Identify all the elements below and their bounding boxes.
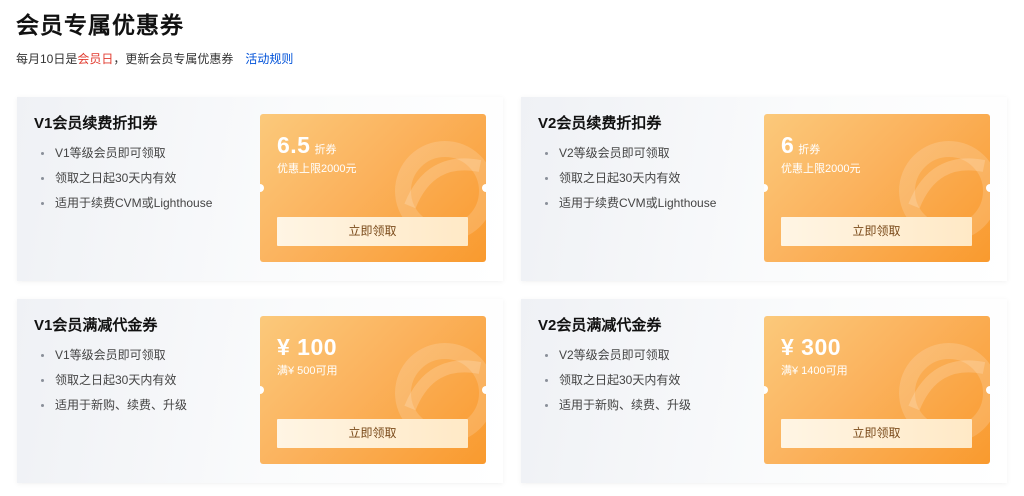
- feature-item: V2等级会员即可领取: [545, 145, 716, 161]
- coupon-limit: 满¥ 500可用: [277, 365, 338, 377]
- claim-button[interactable]: 立即领取: [781, 217, 972, 246]
- feature-item: 领取之日起30天内有效: [545, 372, 691, 388]
- ticket-notch-right: [482, 184, 486, 192]
- ticket-notch-right: [482, 386, 486, 394]
- feature-text: V2等级会员即可领取: [559, 146, 670, 160]
- feature-item: V1等级会员即可领取: [41, 347, 187, 363]
- card-title: V1会员续费折扣券: [34, 115, 158, 132]
- card-title: V2会员续费折扣券: [538, 115, 662, 132]
- bullet-dot-icon: [545, 404, 548, 407]
- feature-text: V2等级会员即可领取: [559, 348, 670, 362]
- bullet-dot-icon: [545, 177, 548, 180]
- ticket-notch-left: [764, 184, 768, 192]
- feature-list: V1等级会员即可领取 领取之日起30天内有效 适用于续费CVM或Lighthou…: [41, 145, 212, 220]
- ticket-notch-left: [260, 184, 264, 192]
- page-title: 会员专属优惠券: [16, 12, 184, 38]
- coupon-card-v2-discount: V2会员续费折扣券 V2等级会员即可领取 领取之日起30天内有效 适用于续费CV…: [521, 97, 1007, 281]
- bullet-dot-icon: [41, 404, 44, 407]
- feature-item: 适用于续费CVM或Lighthouse: [41, 195, 212, 211]
- notice-suffix: ，更新会员专属优惠券: [113, 52, 234, 66]
- card-title: V1会员满减代金券: [34, 317, 158, 334]
- bullet-dot-icon: [41, 354, 44, 357]
- bullet-dot-icon: [545, 379, 548, 382]
- ticket-notch-left: [764, 386, 768, 394]
- bullet-dot-icon: [41, 177, 44, 180]
- feature-text: 领取之日起30天内有效: [559, 373, 681, 387]
- bullet-dot-icon: [41, 152, 44, 155]
- coupon-ticket: ¥ 300 满¥ 1400可用 立即领取: [764, 316, 990, 464]
- coupon-unit: 折券: [314, 144, 337, 156]
- coupon-value: 6.5 折券: [277, 131, 336, 164]
- feature-text: V1等级会员即可领取: [55, 146, 166, 160]
- bullet-dot-icon: [545, 202, 548, 205]
- coupon-amount: 6: [781, 132, 795, 158]
- coupon-limit: 满¥ 1400可用: [781, 365, 848, 377]
- feature-text: 适用于续费CVM或Lighthouse: [559, 196, 717, 210]
- ticket-notch-left: [260, 386, 264, 394]
- activity-rules-link[interactable]: 活动规则: [245, 52, 293, 66]
- feature-text: 领取之日起30天内有效: [55, 373, 177, 387]
- coupon-amount: ¥ 300: [781, 334, 842, 360]
- bullet-dot-icon: [545, 354, 548, 357]
- feature-list: V1等级会员即可领取 领取之日起30天内有效 适用于新购、续费、升级: [41, 347, 187, 422]
- page: 会员专属优惠券 每月10日是会员日，更新会员专属优惠券 活动规则 V1会员续费折扣…: [0, 0, 1024, 496]
- coupon-card-v2-voucher: V2会员满减代金券 V2等级会员即可领取 领取之日起30天内有效 适用于新购、续…: [521, 299, 1007, 483]
- feature-text: 适用于新购、续费、升级: [55, 398, 188, 412]
- feature-list: V2等级会员即可领取 领取之日起30天内有效 适用于新购、续费、升级: [545, 347, 691, 422]
- coupon-amount: 6.5: [277, 132, 311, 158]
- notice-prefix: 每月10日是: [16, 52, 78, 66]
- member-day-highlight: 会员日: [77, 52, 114, 66]
- claim-button[interactable]: 立即领取: [781, 419, 972, 448]
- feature-item: 领取之日起30天内有效: [41, 372, 187, 388]
- ticket-notch-right: [986, 386, 990, 394]
- claim-button[interactable]: 立即领取: [277, 217, 468, 246]
- coupon-value: 6 折券: [781, 131, 820, 164]
- card-title: V2会员满减代金券: [538, 317, 662, 334]
- coupon-amount: ¥ 100: [277, 334, 338, 360]
- feature-text: V1等级会员即可领取: [55, 348, 166, 362]
- coupon-ticket: ¥ 100 满¥ 500可用 立即领取: [260, 316, 486, 464]
- coupon-ticket: 6.5 折券 优惠上限2000元 立即领取: [260, 114, 486, 262]
- coupon-value: ¥ 300: [781, 333, 845, 366]
- coupon-card-v1-discount: V1会员续费折扣券 V1等级会员即可领取 领取之日起30天内有效 适用于续费CV…: [17, 97, 503, 281]
- coupon-value: ¥ 100: [277, 333, 341, 366]
- claim-button[interactable]: 立即领取: [277, 419, 468, 448]
- feature-text: 领取之日起30天内有效: [559, 171, 681, 185]
- bullet-dot-icon: [41, 379, 44, 382]
- bullet-dot-icon: [545, 152, 548, 155]
- feature-item: V2等级会员即可领取: [545, 347, 691, 363]
- feature-item: 适用于续费CVM或Lighthouse: [545, 195, 716, 211]
- feature-text: 领取之日起30天内有效: [55, 171, 177, 185]
- coupon-limit: 优惠上限2000元: [781, 163, 861, 175]
- feature-text: 适用于续费CVM或Lighthouse: [55, 196, 213, 210]
- ticket-notch-right: [986, 184, 990, 192]
- member-day-notice: 每月10日是会员日，更新会员专属优惠券 活动规则: [16, 51, 293, 67]
- coupon-limit: 优惠上限2000元: [277, 163, 357, 175]
- feature-text: 适用于新购、续费、升级: [559, 398, 692, 412]
- feature-item: V1等级会员即可领取: [41, 145, 212, 161]
- bullet-dot-icon: [41, 202, 44, 205]
- feature-item: 领取之日起30天内有效: [545, 170, 716, 186]
- feature-list: V2等级会员即可领取 领取之日起30天内有效 适用于续费CVM或Lighthou…: [545, 145, 716, 220]
- coupon-unit: 折券: [798, 144, 821, 156]
- coupon-card-v1-voucher: V1会员满减代金券 V1等级会员即可领取 领取之日起30天内有效 适用于新购、续…: [17, 299, 503, 483]
- feature-item: 适用于新购、续费、升级: [545, 397, 691, 413]
- feature-item: 适用于新购、续费、升级: [41, 397, 187, 413]
- feature-item: 领取之日起30天内有效: [41, 170, 212, 186]
- coupon-ticket: 6 折券 优惠上限2000元 立即领取: [764, 114, 990, 262]
